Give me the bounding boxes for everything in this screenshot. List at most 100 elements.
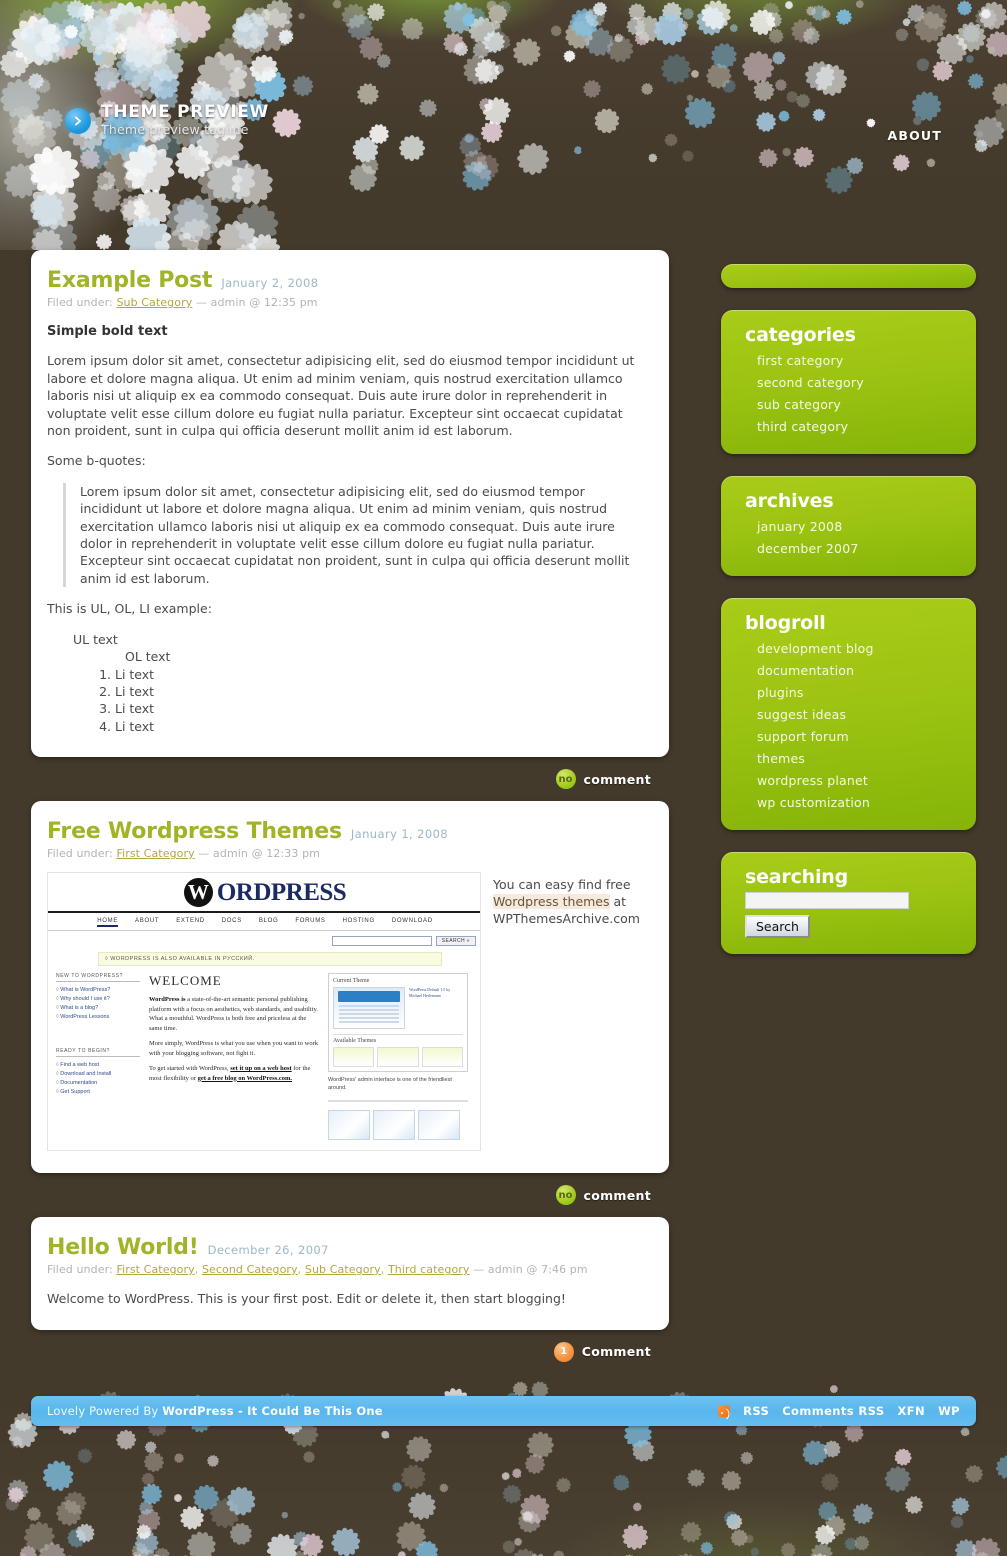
post-title-link[interactable]: Example Post bbox=[47, 268, 212, 293]
list-item[interactable]: first category bbox=[757, 350, 958, 370]
widget-title: blogroll bbox=[745, 612, 958, 634]
wp-link[interactable]: ◊ Find a web host bbox=[56, 1061, 140, 1070]
blogroll-link[interactable]: wp customization bbox=[757, 794, 870, 812]
list-item[interactable]: second category bbox=[757, 372, 958, 392]
category-link[interactable]: first category bbox=[757, 352, 843, 370]
wp-nav-extend[interactable]: EXTEND bbox=[176, 918, 205, 927]
wp-link[interactable]: ◊ WordPress Lessons bbox=[56, 1013, 140, 1022]
list-item[interactable]: support forum bbox=[757, 726, 958, 746]
category-link[interactable]: sub category bbox=[757, 396, 841, 414]
wordpress-logo: WORDPRESS bbox=[48, 873, 481, 911]
post-category-link[interactable]: First Category bbox=[116, 847, 194, 860]
search-button[interactable]: Search bbox=[745, 915, 810, 938]
blogroll-link[interactable]: wordpress planet bbox=[757, 772, 868, 790]
blogroll-link[interactable]: plugins bbox=[757, 684, 804, 702]
flower-decoration bbox=[51, 1495, 86, 1530]
list-item[interactable]: themes bbox=[757, 748, 958, 768]
comment-link[interactable]: comment bbox=[584, 1188, 652, 1203]
post-title[interactable]: Example Post bbox=[47, 268, 212, 293]
flower-decoration bbox=[207, 1454, 221, 1468]
post-category-link[interactable]: Second Category bbox=[202, 1263, 298, 1276]
list-item[interactable]: wordpress planet bbox=[757, 770, 958, 790]
search-input[interactable] bbox=[745, 892, 909, 909]
site-branding[interactable]: THEME PREVIEW Theme preview tagline bbox=[65, 103, 269, 138]
wp-nav-home[interactable]: HOME bbox=[97, 918, 118, 927]
list-item[interactable]: suggest ideas bbox=[757, 704, 958, 724]
wordpress-screenshot[interactable]: WORDPRESS HOME ABOUT EXTEND DOCS BLOG FO… bbox=[47, 872, 481, 1151]
wp-theme-tile[interactable] bbox=[333, 1047, 374, 1067]
list-item[interactable]: documentation bbox=[757, 660, 958, 680]
flower-decoration bbox=[72, 1520, 98, 1546]
blogroll-link[interactable]: development blog bbox=[757, 640, 874, 658]
wp-theme-tile[interactable] bbox=[377, 1047, 418, 1067]
wp-nav-blog[interactable]: BLOG bbox=[259, 918, 278, 927]
blogroll-link[interactable]: themes bbox=[757, 750, 805, 768]
list-item[interactable]: plugins bbox=[757, 682, 958, 702]
archive-link[interactable]: january 2008 bbox=[757, 518, 842, 536]
footer-link-rss[interactable]: RSS bbox=[743, 1404, 769, 1418]
wp-link-label: Find a web host bbox=[60, 1062, 99, 1068]
list-item[interactable]: wp customization bbox=[757, 792, 958, 812]
post-title[interactable]: Free Wordpress Themes bbox=[47, 819, 342, 844]
wp-nav-hosting[interactable]: HOSTING bbox=[343, 918, 375, 927]
post-category-link[interactable]: Sub Category bbox=[305, 1263, 381, 1276]
list-item[interactable]: sub category bbox=[757, 394, 958, 414]
post-title-link[interactable]: Free Wordpress Themes bbox=[47, 819, 342, 844]
post-category-link[interactable]: Sub Category bbox=[116, 296, 192, 309]
wp-search-input[interactable] bbox=[332, 936, 432, 946]
blogroll-link[interactable]: support forum bbox=[757, 728, 849, 746]
wp-link-label: What is WordPress? bbox=[60, 987, 110, 993]
list-intro: This is UL, OL, LI example: bbox=[47, 600, 649, 617]
flower-decoration bbox=[881, 1461, 916, 1496]
wp-tile[interactable] bbox=[418, 1110, 460, 1140]
list-item[interactable]: december 2007 bbox=[757, 538, 958, 558]
flower-decoration bbox=[507, 1543, 542, 1556]
list-item[interactable]: third category bbox=[757, 416, 958, 436]
comment-link[interactable]: Comment bbox=[582, 1344, 651, 1359]
wp-nav-download[interactable]: DOWNLOAD bbox=[392, 918, 433, 927]
ol-text: OL text bbox=[125, 649, 170, 664]
blogroll-link[interactable]: suggest ideas bbox=[757, 706, 846, 724]
post-category-link[interactable]: Third category bbox=[388, 1263, 470, 1276]
wp-link[interactable]: ◊ Get Support bbox=[56, 1088, 140, 1097]
archive-link[interactable]: december 2007 bbox=[757, 540, 859, 558]
wp-nav-docs[interactable]: DOCS bbox=[222, 918, 242, 927]
wp-tile[interactable] bbox=[373, 1110, 415, 1140]
wp-nav-forums[interactable]: FORUMS bbox=[295, 918, 325, 927]
post-category-link[interactable]: First Category bbox=[116, 1263, 194, 1276]
nav-item-about[interactable]: ABOUT bbox=[887, 128, 942, 143]
category-link[interactable]: second category bbox=[757, 374, 864, 392]
footer-link-wp[interactable]: WP bbox=[938, 1404, 960, 1418]
wp-search-button[interactable]: SEARCH » bbox=[436, 936, 476, 946]
wp-link-label: What is a blog? bbox=[60, 1005, 98, 1011]
flower-decoration bbox=[748, 1545, 761, 1556]
footer-link-comments-rss[interactable]: Comments RSS bbox=[782, 1404, 884, 1418]
footer-link-xfn[interactable]: XFN bbox=[898, 1404, 926, 1418]
comments-bar[interactable]: no comment bbox=[31, 757, 669, 801]
wp-p3-link-1[interactable]: set it up on a web host bbox=[230, 1065, 291, 1072]
blogroll-link[interactable]: documentation bbox=[757, 662, 854, 680]
flower-decoration bbox=[511, 1468, 522, 1479]
widget-list: first category second category sub categ… bbox=[745, 350, 958, 436]
wp-link[interactable]: ◊ Download and Install bbox=[56, 1070, 140, 1079]
list-item[interactable]: january 2008 bbox=[757, 516, 958, 536]
post-title[interactable]: Hello World! bbox=[47, 1235, 199, 1260]
wp-link[interactable]: ◊ What is WordPress? bbox=[56, 986, 140, 995]
wp-tile[interactable] bbox=[328, 1110, 370, 1140]
category-link[interactable]: third category bbox=[757, 418, 848, 436]
wp-theme-tile[interactable] bbox=[422, 1047, 463, 1067]
list-item[interactable]: development blog bbox=[757, 638, 958, 658]
comments-bar[interactable]: 1 Comment bbox=[31, 1330, 669, 1374]
wp-link[interactable]: ◊ What is a blog? bbox=[56, 1004, 140, 1013]
post-title-link[interactable]: Hello World! bbox=[47, 1235, 199, 1260]
aside-link[interactable]: Wordpress themes bbox=[493, 894, 610, 909]
wp-p3-link-2[interactable]: get a free blog on WordPress.com. bbox=[198, 1075, 292, 1082]
wp-nav-about[interactable]: ABOUT bbox=[135, 918, 159, 927]
wp-link-label: Documentation bbox=[60, 1080, 97, 1086]
wp-link[interactable]: ◊ Documentation bbox=[56, 1079, 140, 1088]
comment-link[interactable]: comment bbox=[584, 772, 652, 787]
sidebar: categories first category second categor… bbox=[721, 250, 976, 976]
comments-bar[interactable]: no comment bbox=[31, 1173, 669, 1217]
search-form: Search bbox=[745, 892, 958, 938]
wp-link[interactable]: ◊ Why should I use it? bbox=[56, 995, 140, 1004]
